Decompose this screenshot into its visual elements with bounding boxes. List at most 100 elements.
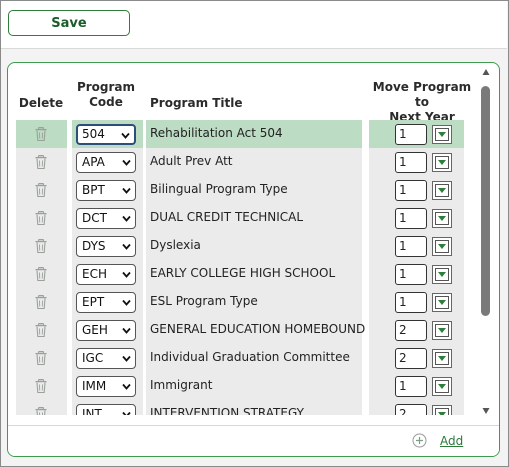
program-code-select[interactable]: ECH (76, 264, 136, 285)
table-row: DCT DUAL CREDIT TECHNICAL 1 (8, 204, 478, 232)
next-year-dropdown-button[interactable] (432, 153, 452, 172)
header-move-program: Move Program to Next Year (368, 80, 476, 125)
program-code-value: ECH (82, 267, 107, 281)
panel-footer: Add (8, 425, 499, 456)
dropdown-arrow-icon (435, 128, 449, 141)
program-code-value: 504 (82, 127, 105, 141)
chevron-down-icon (122, 355, 131, 362)
program-title: GENERAL EDUCATION HOMEBOUND (150, 322, 366, 336)
chevron-down-icon (122, 411, 131, 415)
next-year-input[interactable]: 1 (395, 376, 427, 397)
program-code-select[interactable]: DCT (76, 208, 136, 229)
next-year-dropdown-button[interactable] (432, 265, 452, 284)
program-rows: 504 Rehabilitation Act 504 1 APA Adult Prev … (8, 120, 478, 415)
table-row: 504 Rehabilitation Act 504 1 (8, 120, 478, 148)
program-code-value: DCT (82, 211, 107, 225)
next-year-dropdown-button[interactable] (432, 181, 452, 200)
dropdown-arrow-icon (435, 324, 449, 337)
next-year-input[interactable]: 1 (395, 208, 427, 229)
next-year-input[interactable]: 1 (395, 236, 427, 257)
next-year-input[interactable]: 2 (395, 320, 427, 341)
add-link[interactable]: Add (440, 434, 463, 448)
table-row: BPT Bilingual Program Type 1 (8, 176, 478, 204)
next-year-dropdown-button[interactable] (432, 237, 452, 256)
trash-icon[interactable] (33, 350, 49, 366)
next-year-input[interactable]: 2 (395, 404, 427, 415)
next-year-dropdown-button[interactable] (432, 405, 452, 415)
program-code-select[interactable]: 504 (76, 124, 136, 145)
chevron-down-icon (122, 271, 131, 278)
header-program-code-line1: Program (76, 80, 136, 94)
chevron-down-icon (122, 299, 131, 306)
dropdown-arrow-icon (435, 184, 449, 197)
program-code-select[interactable]: INT (76, 404, 136, 415)
trash-icon[interactable] (33, 406, 49, 415)
dropdown-arrow-icon (435, 408, 449, 415)
chevron-down-icon (122, 159, 131, 166)
dropdown-arrow-icon (435, 156, 449, 169)
next-year-value: 1 (399, 267, 407, 281)
scrollbar-thumb[interactable] (481, 86, 490, 316)
next-year-value: 2 (399, 323, 407, 337)
scroll-up-icon[interactable] (482, 68, 490, 76)
program-code-value: INT (82, 407, 102, 415)
next-year-input[interactable]: 2 (395, 348, 427, 369)
trash-icon[interactable] (33, 378, 49, 394)
next-year-dropdown-button[interactable] (432, 377, 452, 396)
program-code-select[interactable]: EPT (76, 292, 136, 313)
program-code-value: GEH (82, 323, 108, 337)
next-year-value: 2 (399, 407, 407, 415)
trash-icon[interactable] (33, 322, 49, 338)
trash-icon[interactable] (33, 266, 49, 282)
program-code-value: BPT (82, 183, 105, 197)
next-year-value: 1 (399, 183, 407, 197)
program-code-select[interactable]: APA (76, 152, 136, 173)
next-year-input[interactable]: 1 (395, 264, 427, 285)
trash-icon[interactable] (33, 154, 49, 170)
header-program-code-line2: Code (89, 95, 123, 109)
next-year-dropdown-button[interactable] (432, 293, 452, 312)
table-row: DYS Dyslexia 1 (8, 232, 478, 260)
plus-circle-icon[interactable] (412, 433, 427, 448)
header-move-line1: Move Program to (372, 80, 472, 109)
program-code-select[interactable]: IMM (76, 376, 136, 397)
trash-icon[interactable] (33, 210, 49, 226)
header-program-title: Program Title (150, 96, 243, 110)
trash-icon[interactable] (33, 126, 49, 142)
program-code-select[interactable]: BPT (76, 180, 136, 201)
next-year-value: 1 (399, 155, 407, 169)
next-year-dropdown-button[interactable] (432, 125, 452, 144)
scrollbar[interactable] (478, 66, 494, 421)
program-code-select[interactable]: GEH (76, 320, 136, 341)
scroll-down-icon[interactable] (482, 407, 490, 415)
trash-icon[interactable] (33, 182, 49, 198)
program-code-value: APA (82, 155, 105, 169)
dropdown-arrow-icon (435, 380, 449, 393)
next-year-input[interactable]: 1 (395, 180, 427, 201)
next-year-input[interactable]: 1 (395, 292, 427, 313)
program-code-value: EPT (82, 295, 105, 309)
next-year-value: 1 (399, 211, 407, 225)
table-row: ECH EARLY COLLEGE HIGH SCHOOL 1 (8, 260, 478, 288)
program-title: DUAL CREDIT TECHNICAL (150, 210, 304, 224)
table-row: INT INTERVENTION STRATEGY 2 (8, 400, 478, 415)
next-year-input[interactable]: 1 (395, 124, 427, 145)
dropdown-arrow-icon (435, 352, 449, 365)
program-code-value: IMM (82, 379, 107, 393)
program-code-select[interactable]: DYS (76, 236, 136, 257)
save-button[interactable]: Save (8, 10, 130, 36)
next-year-dropdown-button[interactable] (432, 321, 452, 340)
next-year-input[interactable]: 1 (395, 152, 427, 173)
program-code-value: IGC (82, 351, 104, 365)
next-year-dropdown-button[interactable] (432, 349, 452, 368)
program-title: EARLY COLLEGE HIGH SCHOOL (150, 266, 336, 280)
next-year-dropdown-button[interactable] (432, 209, 452, 228)
program-title: INTERVENTION STRATEGY (150, 406, 305, 415)
program-code-select[interactable]: IGC (76, 348, 136, 369)
header-program-code: Program Code (70, 80, 142, 110)
trash-icon[interactable] (33, 294, 49, 310)
table-row: APA Adult Prev Att 1 (8, 148, 478, 176)
next-year-value: 1 (399, 239, 407, 253)
table-row: IMM Immigrant 1 (8, 372, 478, 400)
trash-icon[interactable] (33, 238, 49, 254)
